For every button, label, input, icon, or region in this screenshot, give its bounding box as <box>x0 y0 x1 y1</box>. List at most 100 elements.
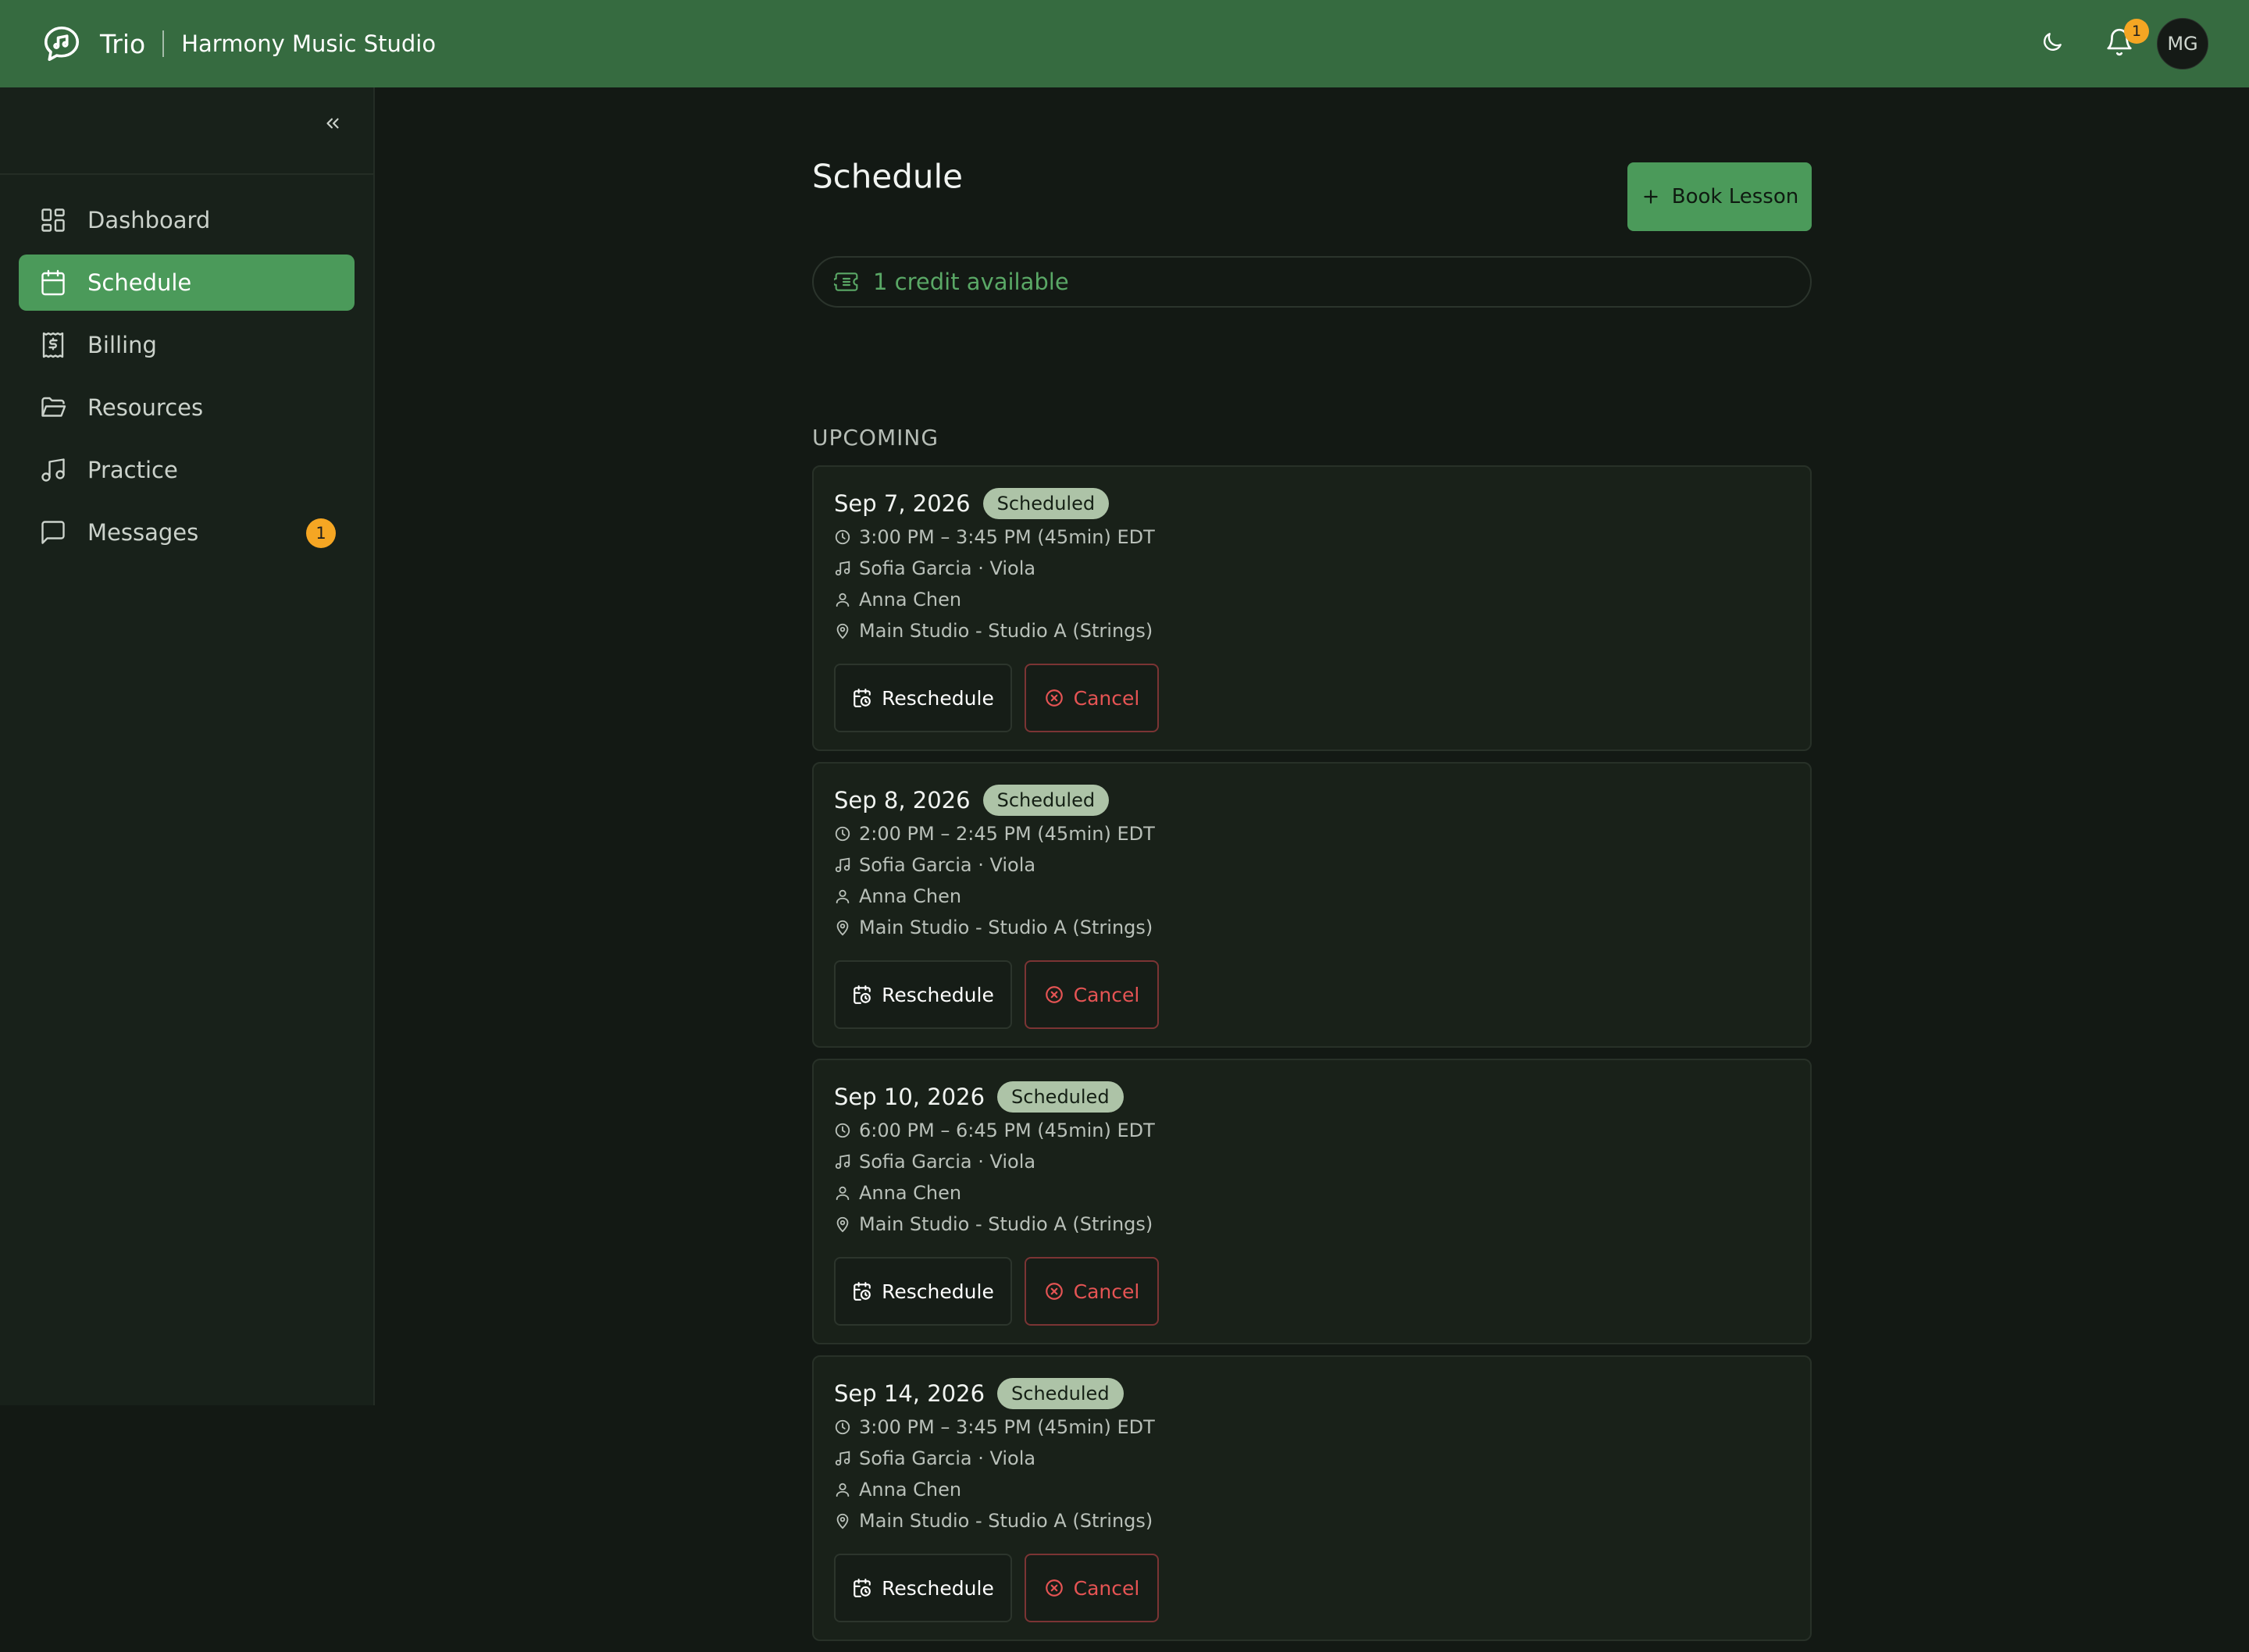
reschedule-label: Reschedule <box>882 983 994 1006</box>
calendar-clock-icon <box>852 688 872 708</box>
lesson-card: Sep 7, 2026 Scheduled 3:00 PM – 3:45 PM … <box>812 465 1812 751</box>
reschedule-label: Reschedule <box>882 686 994 710</box>
lesson-time: 3:00 PM – 3:45 PM (45min) EDT <box>859 1416 1155 1438</box>
sidebar-item-billing[interactable]: Billing <box>19 317 355 373</box>
top-actions: 1 MG <box>2030 0 2208 87</box>
brand[interactable]: Trio Harmony Music Studio <box>41 0 436 87</box>
reschedule-button[interactable]: Reschedule <box>834 1257 1012 1326</box>
user-icon <box>834 591 851 608</box>
x-circle-icon <box>1044 688 1064 708</box>
app-name: Trio <box>100 28 146 59</box>
user-icon <box>834 888 851 905</box>
reschedule-button[interactable]: Reschedule <box>834 960 1012 1029</box>
lesson-student-instrument: Sofia Garcia · Viola <box>859 557 1036 579</box>
lesson-time: 6:00 PM – 6:45 PM (45min) EDT <box>859 1120 1155 1141</box>
notification-count-badge: 1 <box>2124 19 2149 44</box>
dashboard-icon <box>37 205 69 236</box>
messages-unread-badge: 1 <box>306 518 336 548</box>
lesson-card: Sep 8, 2026 Scheduled 2:00 PM – 2:45 PM … <box>812 762 1812 1048</box>
calendar-clock-icon <box>852 1578 872 1598</box>
x-circle-icon <box>1044 1281 1064 1301</box>
reschedule-button[interactable]: Reschedule <box>834 664 1012 732</box>
message-icon <box>37 517 69 548</box>
sidebar-item-resources[interactable]: Resources <box>19 379 355 436</box>
lesson-teacher: Anna Chen <box>859 1479 962 1501</box>
lesson-student-instrument: Sofia Garcia · Viola <box>859 1151 1036 1173</box>
receipt-icon <box>37 329 69 361</box>
book-lesson-label: Book Lesson <box>1671 185 1799 208</box>
calendar-clock-icon <box>852 984 872 1005</box>
reschedule-label: Reschedule <box>882 1576 994 1600</box>
calendar-clock-icon <box>852 1281 872 1301</box>
x-circle-icon <box>1044 984 1064 1005</box>
cancel-label: Cancel <box>1073 1280 1140 1303</box>
user-icon <box>834 1481 851 1498</box>
cancel-button[interactable]: Cancel <box>1025 960 1159 1029</box>
page-title: Schedule <box>812 157 963 196</box>
sidebar-item-label: Practice <box>87 457 178 483</box>
sidebar-header <box>0 87 373 175</box>
lesson-date: Sep 8, 2026 <box>834 787 971 814</box>
status-badge: Scheduled <box>997 1378 1124 1409</box>
lesson-teacher: Anna Chen <box>859 1182 962 1204</box>
cancel-label: Cancel <box>1073 1576 1140 1600</box>
credits-banner: 1 credit available <box>812 256 1812 308</box>
cancel-label: Cancel <box>1073 686 1140 710</box>
reschedule-label: Reschedule <box>882 1280 994 1303</box>
lesson-student-instrument: Sofia Garcia · Viola <box>859 1447 1036 1469</box>
ticket-icon <box>834 269 861 295</box>
lesson-card: Sep 14, 2026 Scheduled 3:00 PM – 3:45 PM… <box>812 1355 1812 1641</box>
lesson-card: Sep 10, 2026 Scheduled 6:00 PM – 6:45 PM… <box>812 1059 1812 1344</box>
notifications-button[interactable]: 1 <box>2098 19 2149 66</box>
lesson-date: Sep 14, 2026 <box>834 1380 985 1407</box>
cancel-label: Cancel <box>1073 983 1140 1006</box>
upcoming-section-label: UPCOMING <box>812 425 939 450</box>
credits-text: 1 credit available <box>873 269 1069 295</box>
theme-toggle-button[interactable] <box>2030 22 2074 66</box>
plus-icon <box>1641 187 1661 207</box>
cancel-button[interactable]: Cancel <box>1025 1554 1159 1622</box>
reschedule-button[interactable]: Reschedule <box>834 1554 1012 1622</box>
folder-icon <box>37 392 69 423</box>
book-lesson-button[interactable]: Book Lesson <box>1627 162 1812 231</box>
sidebar-item-label: Resources <box>87 394 204 421</box>
avatar[interactable]: MG <box>2157 18 2208 69</box>
top-bar: Trio Harmony Music Studio 1 MG <box>0 0 2249 87</box>
clock-icon <box>834 529 851 546</box>
lesson-time: 2:00 PM – 2:45 PM (45min) EDT <box>859 823 1155 845</box>
clock-icon <box>834 1122 851 1139</box>
sidebar: Dashboard Schedule Billing Resources Pra… <box>0 87 375 1405</box>
cancel-button[interactable]: Cancel <box>1025 1257 1159 1326</box>
chevrons-left-icon <box>323 113 343 137</box>
lesson-teacher: Anna Chen <box>859 885 962 907</box>
lesson-teacher: Anna Chen <box>859 589 962 611</box>
sidebar-item-messages[interactable]: Messages 1 <box>19 504 355 561</box>
lesson-student-instrument: Sofia Garcia · Viola <box>859 854 1036 876</box>
sidebar-nav: Dashboard Schedule Billing Resources Pra… <box>0 175 373 561</box>
calendar-icon <box>37 267 69 298</box>
lesson-location: Main Studio - Studio A (Strings) <box>859 620 1153 642</box>
cancel-button[interactable]: Cancel <box>1025 664 1159 732</box>
status-badge: Scheduled <box>982 785 1110 816</box>
lesson-location: Main Studio - Studio A (Strings) <box>859 1213 1153 1235</box>
chat-music-logo-icon <box>41 23 83 65</box>
x-circle-icon <box>1044 1578 1064 1598</box>
moon-icon <box>2040 30 2065 58</box>
map-pin-icon <box>834 1216 851 1233</box>
music-note-icon <box>834 560 851 577</box>
page-header: Schedule Book Lesson <box>812 87 1812 231</box>
sidebar-item-practice[interactable]: Practice <box>19 442 355 498</box>
sidebar-item-dashboard[interactable]: Dashboard <box>19 192 355 248</box>
lesson-location: Main Studio - Studio A (Strings) <box>859 1510 1153 1532</box>
map-pin-icon <box>834 919 851 936</box>
map-pin-icon <box>834 622 851 639</box>
lesson-time: 3:00 PM – 3:45 PM (45min) EDT <box>859 526 1155 548</box>
sidebar-item-label: Messages <box>87 519 199 546</box>
lesson-location: Main Studio - Studio A (Strings) <box>859 917 1153 938</box>
clock-icon <box>834 1419 851 1436</box>
map-pin-icon <box>834 1512 851 1529</box>
music-note-icon <box>834 856 851 874</box>
user-icon <box>834 1184 851 1202</box>
sidebar-item-schedule[interactable]: Schedule <box>19 255 355 311</box>
collapse-sidebar-button[interactable] <box>315 108 350 142</box>
